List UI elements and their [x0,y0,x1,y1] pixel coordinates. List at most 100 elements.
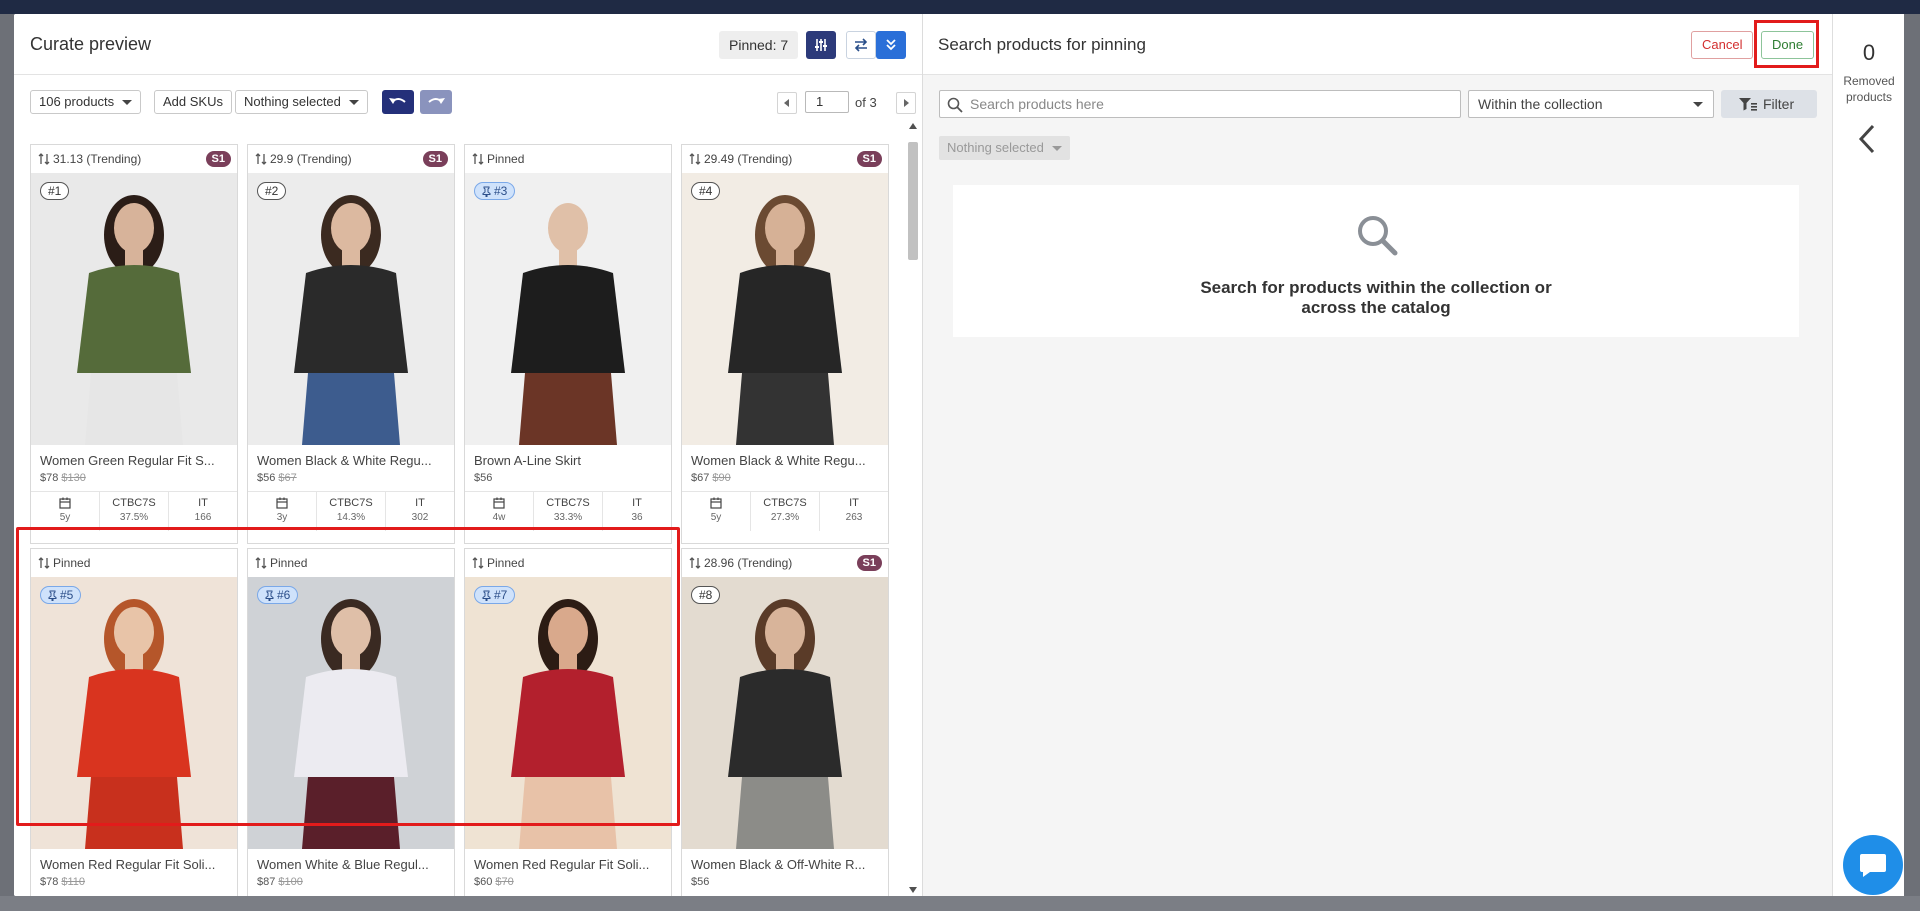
product-card[interactable]: 29.49 (Trending) S1 #4 Women Black & White … [681,144,889,544]
card-score-text: 29.49 (Trending) [704,152,793,166]
rank-badge: #7 [474,586,516,604]
original-price: $70 [495,876,514,888]
prev-page-button[interactable] [777,92,797,114]
swap-button[interactable] [846,31,876,59]
curate-preview-panel: Curate preview Pinned: 7 106 products Ad… [14,14,922,896]
product-card[interactable]: Pinned #6 Women White & Blue Regul... $87 $1… [247,548,455,896]
product-name[interactable]: Women Red Regular Fit Soli... [474,857,664,872]
metric-label: CTBC7S [112,497,156,509]
product-name[interactable]: Women Green Regular Fit S... [40,453,230,468]
metric-cell: CTBC7S 37.5% [100,492,169,531]
add-skus-button[interactable]: Add SKUs [154,90,232,114]
metric-value: 5y [59,512,71,523]
card-score-text: 28.96 (Trending) [704,556,793,570]
current-price: $60 [474,876,493,888]
grid-scrollbar-thumb[interactable] [908,142,918,260]
search-pinning-title: Search products for pinning [938,35,1146,54]
metric-value: 37.5% [119,512,149,523]
redo-button[interactable] [420,90,452,114]
product-card[interactable]: 29.9 (Trending) S1 #2 Women Black & White R… [247,144,455,544]
product-card[interactable]: Pinned #5 Women Red Regular Fit Soli... $78… [30,548,238,896]
undo-button[interactable] [382,90,414,114]
current-price: $78 [40,472,59,484]
product-metrics: 5y CTBC7S 37.5% IT 166 [31,491,237,531]
product-photo [465,173,671,445]
chat-icon [1860,854,1886,877]
product-card[interactable]: Pinned #3 Brown A-Line Skirt $56 4w CTBC7S 33.… [464,144,672,544]
product-image[interactable]: #1 [31,173,237,445]
search-empty-state: Search for products within the collectio… [953,185,1799,337]
removed-products-panel: 0 Removed products [1832,14,1904,896]
sort-icon [689,557,701,569]
product-image[interactable]: #8 [682,577,888,849]
empty-state-line-2: across the catalog [1301,298,1451,317]
search-input[interactable]: Search products here [939,90,1461,118]
done-button[interactable]: Done [1761,31,1815,59]
original-price: $100 [278,876,303,888]
product-price: $56 $67 [257,472,297,484]
product-photo [248,577,454,849]
double-chevron-down-icon [886,39,896,51]
scroll-down-icon [909,887,917,893]
product-price: $78 $130 [40,472,86,484]
current-price: $78 [40,876,59,888]
card-score: Pinned [465,145,671,173]
product-image[interactable]: #7 [465,577,671,849]
product-image[interactable]: #5 [31,577,237,849]
curate-toolbar: 106 products Add SKUs Nothing selected 1… [14,76,922,120]
product-photo [682,577,888,849]
product-name[interactable]: Brown A-Line Skirt [474,453,664,468]
product-card[interactable]: Pinned #7 Women Red Regular Fit Soli... $60… [464,548,672,896]
metric-cell: 5y [682,492,751,531]
card-score-text: Pinned [53,556,91,570]
sliders-button[interactable] [806,31,836,59]
product-image[interactable]: #2 [248,173,454,445]
product-name[interactable]: Women Black & White Regu... [257,453,447,468]
product-name[interactable]: Women Black & Off-White R... [691,857,881,872]
product-card[interactable]: 28.96 (Trending) S1 #8 Women Black & Off-Wh… [681,548,889,896]
card-score: Pinned [248,549,454,577]
cancel-button[interactable]: Cancel [1691,31,1754,59]
calendar-icon [710,497,722,509]
product-photo [248,173,454,445]
product-image[interactable]: #4 [682,173,888,445]
segment-badge: S1 [856,151,882,167]
product-metrics: 4w CTBC7S 33.3% IT 36 [465,491,671,531]
search-selection-label: Nothing selected [947,140,1044,155]
metric-value: 302 [411,512,429,523]
original-price: $110 [61,876,86,888]
chevron-left-icon[interactable] [1857,124,1877,154]
magnifier-icon [1358,216,1398,256]
product-price: $87 $100 [257,876,303,888]
filter-label: Filter [1763,96,1795,112]
product-count-dropdown[interactable]: 106 products [30,90,142,114]
scope-select[interactable]: Within the collection [1468,90,1714,118]
original-price: $130 [61,472,86,484]
product-name[interactable]: Women Red Regular Fit Soli... [40,857,230,872]
rank-badge: #4 [691,182,721,200]
triangle-left-icon [784,99,789,107]
add-skus-label: Add SKUs [163,94,223,109]
chat-button[interactable] [1843,835,1903,895]
product-name[interactable]: Women Black & White Regu... [691,453,881,468]
expand-button[interactable] [876,31,906,59]
page-number-input[interactable]: 1 [805,91,849,113]
caret-down-icon [122,99,133,105]
product-name[interactable]: Women White & Blue Regul... [257,857,447,872]
search-selection-dropdown[interactable]: Nothing selected [939,136,1070,160]
rank-badge: #6 [257,586,299,604]
filter-button[interactable]: Filter [1721,90,1817,118]
sort-icon [689,153,701,165]
product-image[interactable]: #3 [465,173,671,445]
current-price: $87 [257,876,276,888]
product-card[interactable]: 31.13 (Trending) S1 #1 Women Green Regular … [30,144,238,544]
selection-dropdown[interactable]: Nothing selected [235,90,368,114]
current-price: $56 [474,472,493,484]
metric-label: IT [198,497,208,509]
next-page-button[interactable] [896,92,916,114]
sliders-icon [815,39,827,51]
segment-badge: S1 [856,555,882,571]
caret-down-icon [1693,102,1703,107]
product-image[interactable]: #6 [248,577,454,849]
card-score: Pinned [465,549,671,577]
